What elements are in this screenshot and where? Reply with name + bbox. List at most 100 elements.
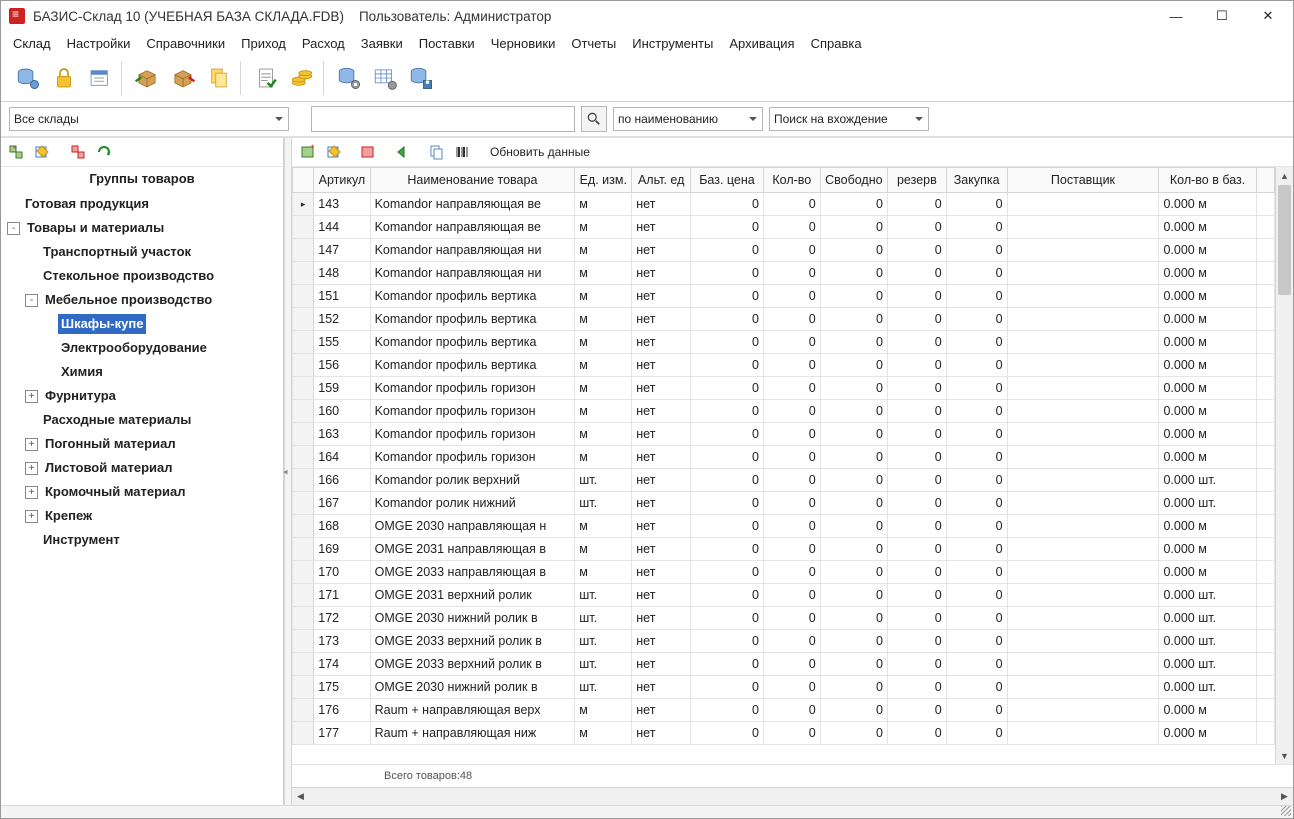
grid-copy-button[interactable] <box>424 141 448 163</box>
table-row[interactable]: 163Komandor профиль горизонмнет000000.00… <box>293 423 1275 446</box>
tree-node[interactable]: +Крепеж <box>7 504 279 528</box>
expand-icon[interactable]: + <box>25 438 38 451</box>
scroll-up-icon[interactable]: ▲ <box>1276 167 1293 184</box>
menu-настройки[interactable]: Настройки <box>59 34 139 53</box>
tree-node[interactable]: +Листовой материал <box>7 456 279 480</box>
col-header[interactable]: Закупка <box>946 168 1007 193</box>
table-row[interactable]: 175OMGE 2030 нижний ролик вшт.нет000000.… <box>293 676 1275 699</box>
db-config-button[interactable] <box>11 61 45 95</box>
search-button[interactable] <box>581 106 607 132</box>
menu-склад[interactable]: Склад <box>5 34 59 53</box>
match-mode-combo[interactable]: Поиск на вхождение <box>769 107 929 131</box>
grid-back-button[interactable] <box>390 141 414 163</box>
tree-node[interactable]: +Фурнитура <box>7 384 279 408</box>
col-header[interactable] <box>293 168 314 193</box>
table-row[interactable]: 172OMGE 2030 нижний ролик вшт.нет000000.… <box>293 607 1275 630</box>
col-header[interactable]: Свободно <box>820 168 887 193</box>
tree-node[interactable]: Стекольное производство <box>7 264 279 288</box>
table-row[interactable]: 147Komandor направляющая нимнет000000.00… <box>293 239 1275 262</box>
splitter[interactable] <box>284 138 292 805</box>
lock-button[interactable] <box>47 61 81 95</box>
tree-node[interactable]: Шкафы-купе <box>7 312 279 336</box>
coins-button[interactable] <box>285 61 319 95</box>
col-header[interactable]: Кол-во в баз. <box>1159 168 1256 193</box>
menu-инструменты[interactable]: Инструменты <box>624 34 721 53</box>
table-header-row[interactable]: АртикулНаименование товараЕд. изм.Альт. … <box>293 168 1275 193</box>
table-row[interactable]: 176Raum + направляющая верхмнет000000.00… <box>293 699 1275 722</box>
grid-edit-button[interactable] <box>322 141 346 163</box>
tree-node[interactable]: +Кромочный материал <box>7 480 279 504</box>
menu-расход[interactable]: Расход <box>294 34 353 53</box>
table-row[interactable]: 168OMGE 2030 направляющая нмнет000000.00… <box>293 515 1275 538</box>
copy-doc-button[interactable] <box>202 61 236 95</box>
col-header[interactable]: Кол-во <box>763 168 820 193</box>
scroll-down-icon[interactable]: ▼ <box>1276 747 1293 764</box>
table-row[interactable]: 152Komandor профиль вертикамнет000000.00… <box>293 308 1275 331</box>
expand-icon[interactable]: + <box>25 390 38 403</box>
scroll-right-icon[interactable]: ▶ <box>1276 788 1293 805</box>
tree-node[interactable]: Расходные материалы <box>7 408 279 432</box>
warehouse-combo[interactable]: Все склады <box>9 107 289 131</box>
tree-node[interactable]: +Погонный материал <box>7 432 279 456</box>
collapse-icon[interactable]: - <box>25 294 38 307</box>
titlebar[interactable]: БАЗИС-Склад 10 (УЧЕБНАЯ БАЗА СКЛАДА.FDB)… <box>1 1 1293 31</box>
db-gear-button[interactable] <box>332 61 366 95</box>
tree-refresh-button[interactable] <box>93 141 115 163</box>
tree-node[interactable]: Инструмент <box>7 528 279 552</box>
table-row[interactable]: 167Komandor ролик нижнийшт.нет000000.000… <box>293 492 1275 515</box>
grid-barcode-button[interactable] <box>450 141 474 163</box>
scroll-left-icon[interactable]: ◀ <box>292 788 309 805</box>
table-row[interactable]: 164Komandor профиль горизонмнет000000.00… <box>293 446 1275 469</box>
maximize-button[interactable]: ☐ <box>1199 1 1245 31</box>
tree-edit-button[interactable] <box>31 141 53 163</box>
table-row[interactable]: 177Raum + направляющая нижмнет000000.000… <box>293 722 1275 745</box>
table-row[interactable]: 169OMGE 2031 направляющая вмнет000000.00… <box>293 538 1275 561</box>
table-row[interactable]: 144Komandor направляющая вемнет000000.00… <box>293 216 1275 239</box>
refresh-label[interactable]: Обновить данные <box>490 145 590 159</box>
vertical-scrollbar[interactable]: ▲ ▼ <box>1275 167 1293 764</box>
menu-черновики[interactable]: Черновики <box>483 34 564 53</box>
horizontal-scrollbar[interactable]: ◀ ▶ <box>292 787 1293 805</box>
products-grid[interactable]: АртикулНаименование товараЕд. изм.Альт. … <box>292 167 1275 764</box>
menu-справка[interactable]: Справка <box>803 34 870 53</box>
table-row[interactable]: 174OMGE 2033 верхний ролик вшт.нет000000… <box>293 653 1275 676</box>
table-row[interactable]: 155Komandor профиль вертикамнет000000.00… <box>293 331 1275 354</box>
table-gear-button[interactable] <box>368 61 402 95</box>
tree-node[interactable]: Транспортный участок <box>7 240 279 264</box>
search-mode-combo[interactable]: по наименованию <box>613 107 763 131</box>
grid-del-button[interactable] <box>356 141 380 163</box>
menu-справочники[interactable]: Справочники <box>138 34 233 53</box>
box-out-button[interactable] <box>166 61 200 95</box>
table-row[interactable]: 170OMGE 2033 направляющая вмнет000000.00… <box>293 561 1275 584</box>
tree-node[interactable]: -Товары и материалы <box>7 216 279 240</box>
expand-icon[interactable]: + <box>25 462 38 475</box>
expand-icon[interactable]: + <box>25 510 38 523</box>
menu-приход[interactable]: Приход <box>233 34 294 53</box>
table-row[interactable]: 156Komandor профиль вертикамнет000000.00… <box>293 354 1275 377</box>
tree-add-button[interactable]: * <box>5 141 27 163</box>
col-header[interactable]: Баз. цена <box>691 168 764 193</box>
tree-node[interactable]: Готовая продукция <box>7 192 279 216</box>
close-button[interactable]: ✕ <box>1245 1 1291 31</box>
table-row[interactable]: 160Komandor профиль горизонмнет000000.00… <box>293 400 1275 423</box>
calendar-button[interactable] <box>83 61 117 95</box>
menu-поставки[interactable]: Поставки <box>411 34 483 53</box>
doc-check-button[interactable] <box>249 61 283 95</box>
col-header[interactable]: Артикул <box>314 168 370 193</box>
tree-del-button[interactable] <box>67 141 89 163</box>
table-row[interactable]: ▸143Komandor направляющая вемнет000000.0… <box>293 193 1275 216</box>
table-row[interactable]: 151Komandor профиль вертикамнет000000.00… <box>293 285 1275 308</box>
col-header[interactable] <box>1256 168 1274 193</box>
tree-node[interactable]: Электрооборудование <box>7 336 279 360</box>
menu-отчеты[interactable]: Отчеты <box>563 34 624 53</box>
col-header[interactable]: резерв <box>888 168 947 193</box>
table-row[interactable]: 148Komandor направляющая нимнет000000.00… <box>293 262 1275 285</box>
search-input[interactable] <box>311 106 575 132</box>
grid-add-button[interactable]: * <box>296 141 320 163</box>
table-row[interactable]: 173OMGE 2033 верхний ролик вшт.нет000000… <box>293 630 1275 653</box>
table-row[interactable]: 159Komandor профиль горизонмнет000000.00… <box>293 377 1275 400</box>
col-header[interactable]: Поставщик <box>1007 168 1159 193</box>
tree-node[interactable]: Химия <box>7 360 279 384</box>
menu-заявки[interactable]: Заявки <box>353 34 411 53</box>
expand-icon[interactable]: + <box>25 486 38 499</box>
